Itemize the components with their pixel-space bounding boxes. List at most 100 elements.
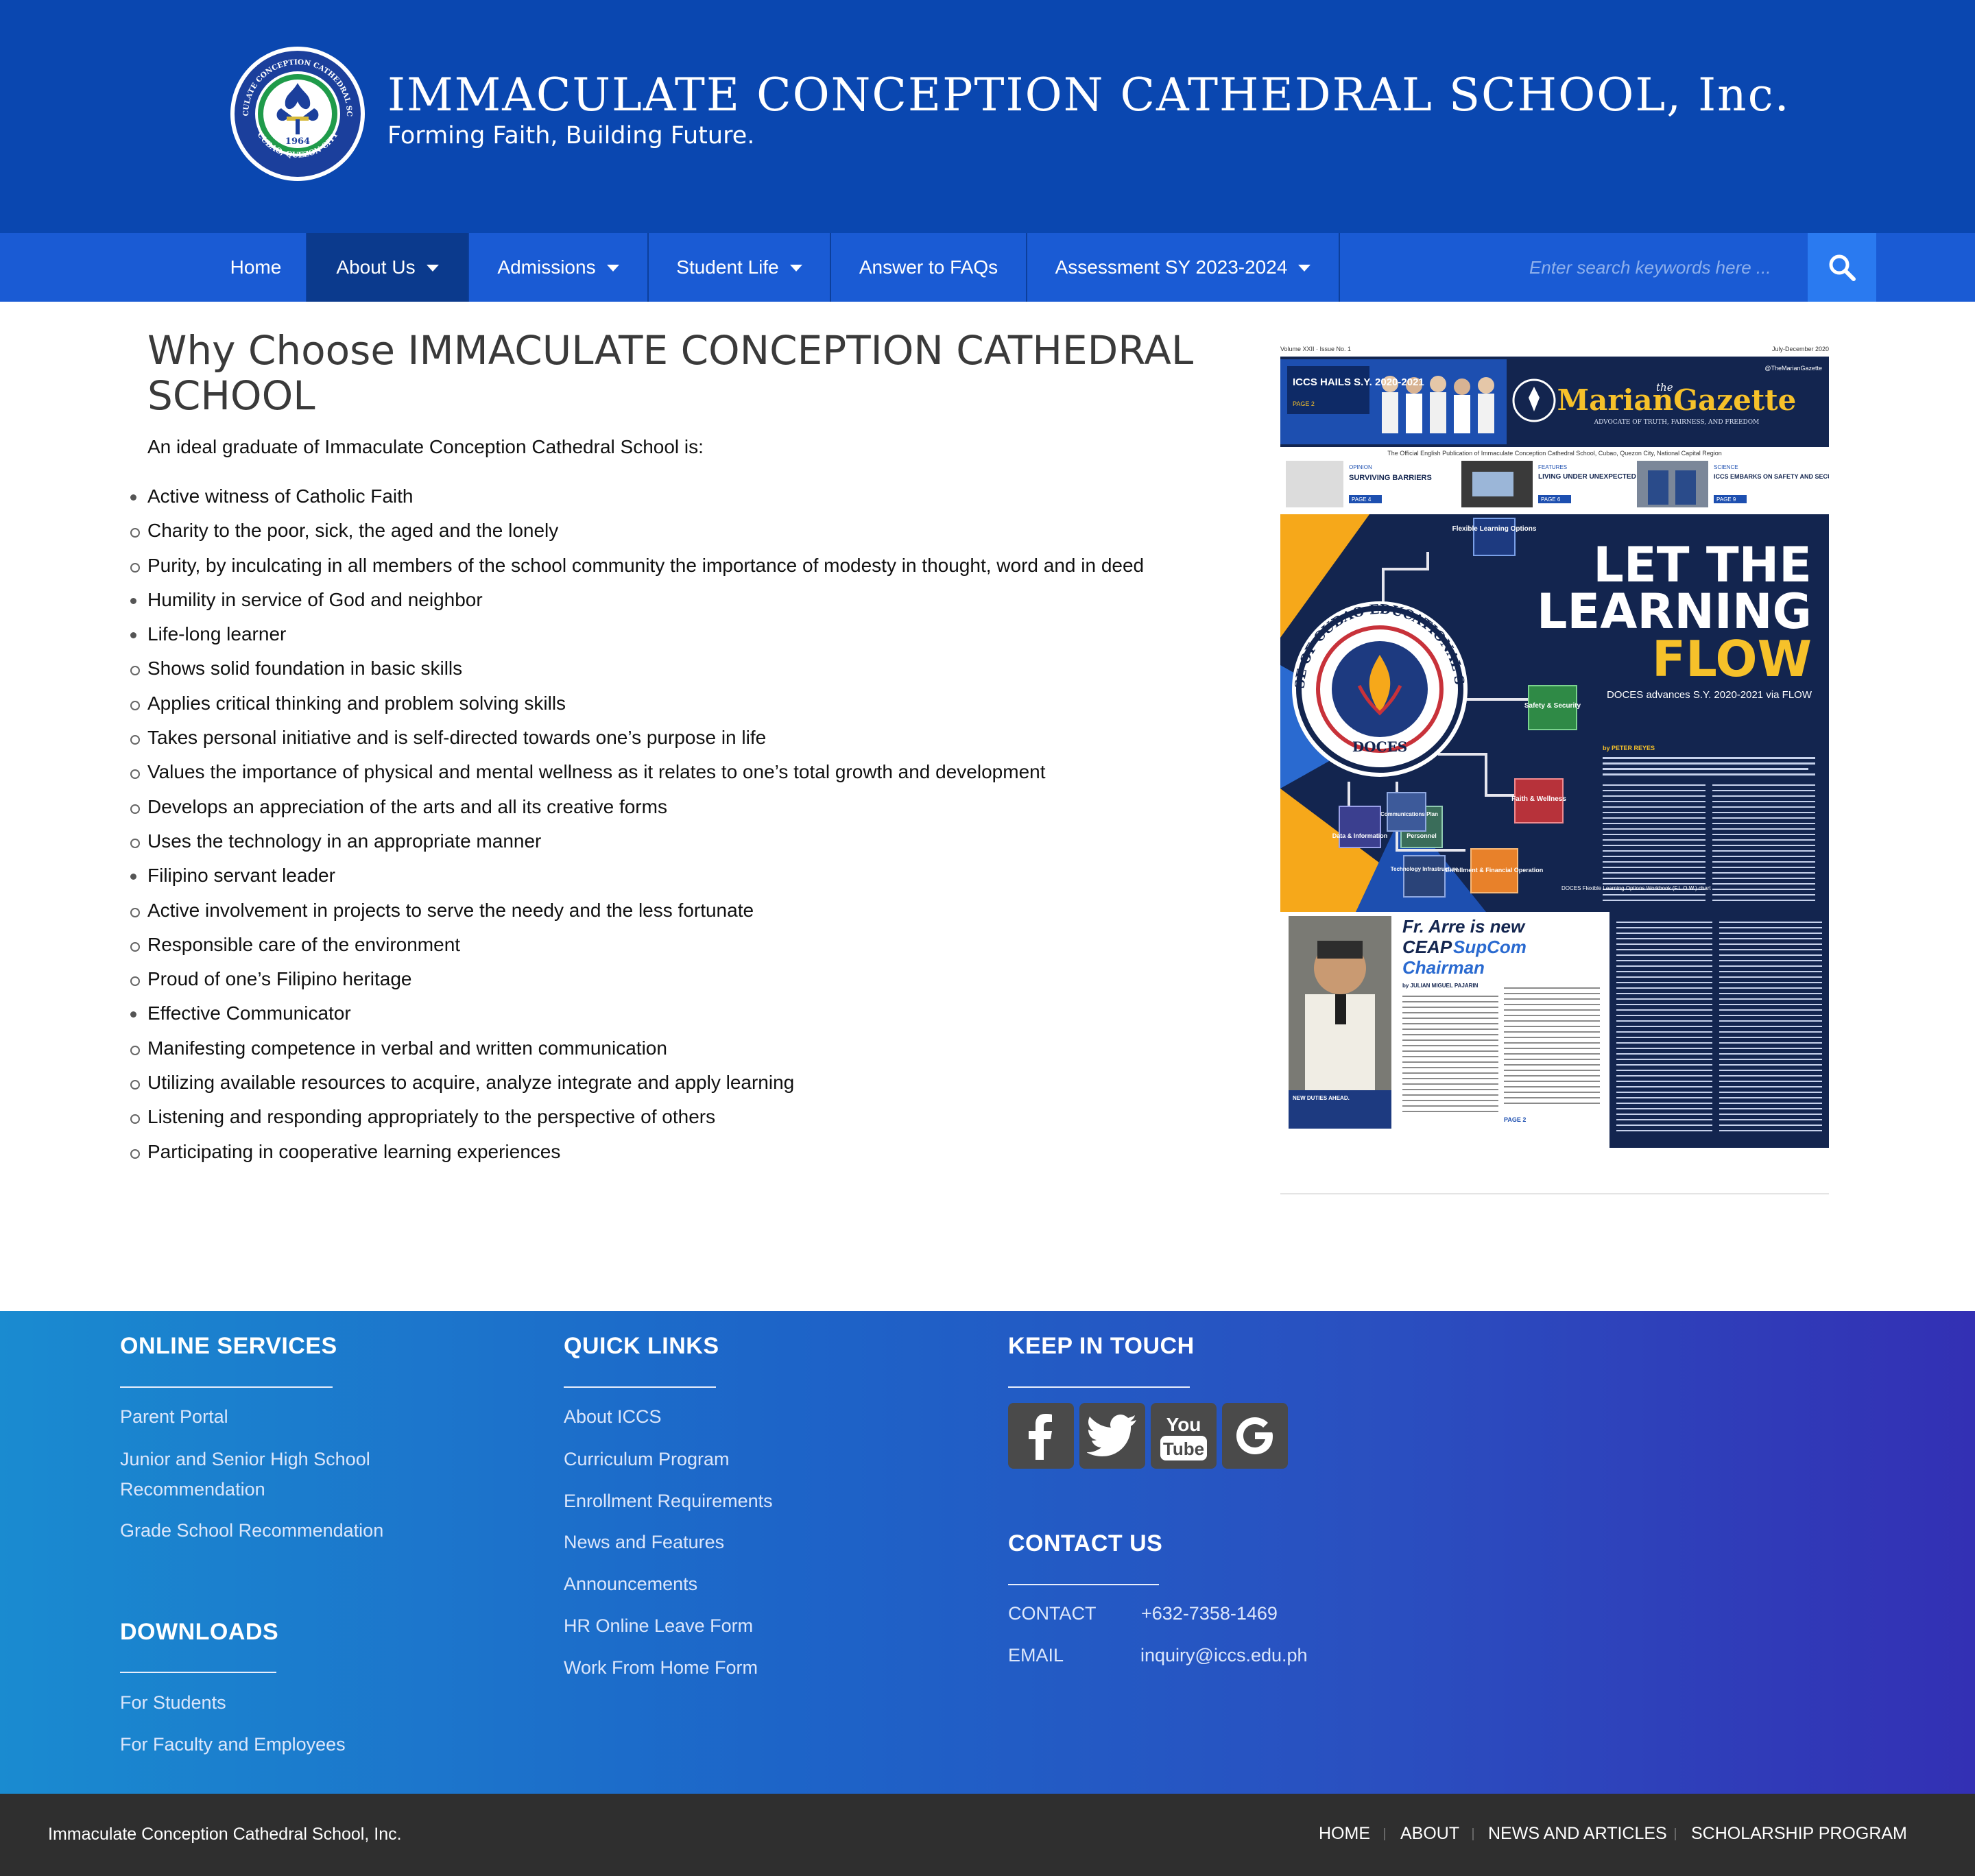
chevron-down-icon — [606, 265, 619, 272]
feature-byline: by PETER REYES — [1603, 745, 1655, 751]
teaser-page: PAGE 4 — [1352, 496, 1372, 503]
marian-gazette-cover-image[interactable]: Volume XXII · Issue No. 1 July-December … — [1280, 343, 1829, 1148]
list-item: Active involvement in projects to serve … — [130, 897, 1144, 931]
bottom-nav-scholarship[interactable]: SCHOLARSHIP PROGRAM — [1691, 1824, 1907, 1844]
gazette-date: July-December 2020 — [1772, 346, 1829, 352]
grade-school-recommendation-link[interactable]: Grade School Recommendation — [120, 1515, 383, 1546]
enrollment-requirements-link[interactable]: Enrollment Requirements — [564, 1486, 773, 1517]
announcements-link[interactable]: Announcements — [564, 1569, 697, 1600]
contact-phone[interactable]: +632-7358-1469 — [1141, 1603, 1278, 1624]
list-item: Values the importance of physical and me… — [130, 758, 1144, 793]
list-item: Shows solid foundation in basic skills — [130, 655, 1144, 689]
keep-in-touch-heading: KEEP IN TOUCH — [1008, 1333, 1195, 1359]
heading-underline — [120, 1386, 333, 1388]
story-byline: by JULIAN MIGUEL PAJARIN — [1402, 983, 1479, 989]
list-item: Participating in cooperative learning ex… — [130, 1138, 1144, 1172]
twitter-button[interactable] — [1079, 1403, 1145, 1469]
nav-assessment-label: Assessment SY 2023-2024 — [1055, 256, 1288, 278]
headline-line-3: FLOW — [1652, 630, 1812, 688]
list-item: Filipino servant leader — [130, 862, 1144, 896]
heading-underline — [564, 1386, 716, 1388]
bottom-nav-news[interactable]: NEWS AND ARTICLES — [1488, 1824, 1667, 1844]
main-nav: Home About Us Admissions Student Life An… — [0, 233, 1975, 302]
contact-label: CONTACT — [1008, 1603, 1097, 1624]
teaser-section: SCIENCE — [1714, 464, 1738, 470]
youtube-button[interactable]: You Tube — [1151, 1403, 1217, 1469]
twitter-icon — [1087, 1415, 1136, 1456]
curriculum-program-link[interactable]: Curriculum Program — [564, 1444, 730, 1475]
story-title-supcom: SupCom — [1453, 937, 1527, 957]
list-item: Responsible care of the environment — [130, 931, 1144, 965]
teaser-section: FEATURES — [1538, 464, 1567, 470]
youtube-icon: You Tube — [1160, 1414, 1207, 1460]
facebook-icon — [1029, 1414, 1052, 1460]
newspaper-graphic: Volume XXII · Issue No. 1 July-December … — [1280, 343, 1829, 1148]
story-title-ceap: CEAP — [1402, 937, 1452, 957]
list-item: Charity to the poor, sick, the aged and … — [130, 517, 1144, 551]
nav-student-life[interactable]: Student Life — [649, 233, 831, 302]
list-item: Takes personal initiative and is self-di… — [130, 724, 1144, 758]
continued-column — [1609, 912, 1829, 1148]
teaser-page: PAGE 6 — [1541, 496, 1561, 503]
online-services-heading: ONLINE SERVICES — [120, 1333, 337, 1359]
nav-home[interactable]: Home — [206, 233, 307, 302]
hr-leave-form-link[interactable]: HR Online Leave Form — [564, 1611, 753, 1641]
nav-assessment[interactable]: Assessment SY 2023-2024 — [1027, 233, 1340, 302]
site-header: 1964 IMMACULATE CONCEPTION CATHEDRAL SCH… — [0, 0, 1975, 233]
intro-text: An ideal graduate of Immaculate Concepti… — [147, 436, 704, 457]
jhs-shs-recommendation-link-line2[interactable]: Recommendation — [120, 1474, 265, 1505]
bottom-nav-about[interactable]: ABOUT — [1400, 1824, 1459, 1844]
heading-underline — [1008, 1584, 1159, 1585]
contact-email[interactable]: inquiry@iccs.edu.ph — [1140, 1645, 1308, 1666]
nav-faqs-label: Answer to FAQs — [859, 256, 998, 278]
youtube-wordmark-bottom: Tube — [1163, 1439, 1204, 1459]
heading-underline — [1008, 1386, 1190, 1388]
jhs-shs-recommendation-link[interactable]: Junior and Senior High School — [120, 1444, 370, 1475]
downloads-faculty-link[interactable]: For Faculty and Employees — [120, 1729, 346, 1760]
image-divider — [1280, 1193, 1829, 1194]
youtube-wordmark-top: You — [1166, 1414, 1201, 1435]
nav-student-life-label: Student Life — [676, 256, 779, 278]
gazette-volume: Volume XXII · Issue No. 1 — [1280, 346, 1351, 352]
contact-us-heading: CONTACT US — [1008, 1530, 1163, 1556]
downloads-students-link[interactable]: For Students — [120, 1687, 226, 1718]
flow-chart-caption: DOCES Flexible Learning Options Workbook… — [1561, 885, 1711, 891]
list-item: Applies critical thinking and problem so… — [130, 690, 1144, 724]
flow-node-label: Technology Infrastructure — [1391, 866, 1459, 872]
nav-about-us[interactable]: About Us — [307, 233, 469, 302]
school-tagline: Forming Faith, Building Future. — [387, 122, 755, 149]
gazette-masthead: MarianGazette — [1557, 383, 1797, 417]
google-button[interactable] — [1222, 1403, 1288, 1469]
flow-node-label: Flexible Learning Options — [1452, 525, 1537, 533]
nav-admissions-label: Admissions — [497, 256, 596, 278]
bottom-nav-home[interactable]: HOME — [1319, 1824, 1370, 1844]
seal-year: 1964 — [285, 136, 310, 147]
story-body-text — [1402, 987, 1600, 1112]
search-input[interactable] — [1529, 250, 1804, 285]
flow-node: Data & Information — [1332, 806, 1387, 848]
wfh-form-link[interactable]: Work From Home Form — [564, 1652, 758, 1683]
teaser-title: SURVIVING BARRIERS — [1349, 474, 1432, 482]
site-footer — [0, 1311, 1975, 1794]
gazette-badge-page: PAGE 2 — [1293, 400, 1315, 407]
parent-portal-link[interactable]: Parent Portal — [120, 1402, 228, 1432]
school-seal-logo[interactable]: 1964 IMMACULATE CONCEPTION CATHEDRAL SCH… — [229, 45, 366, 182]
facebook-button[interactable] — [1008, 1403, 1074, 1469]
heading-underline — [120, 1672, 276, 1673]
email-label: EMAIL — [1008, 1645, 1064, 1665]
about-iccs-link[interactable]: About ICCS — [564, 1402, 662, 1432]
search-button[interactable] — [1808, 233, 1876, 302]
chevron-down-icon — [1298, 265, 1311, 272]
nav-admissions[interactable]: Admissions — [469, 233, 649, 302]
list-item: Manifesting competence in verbal and wri… — [130, 1035, 1144, 1069]
nav-separator — [1384, 1828, 1385, 1840]
flow-node: Faith & Wellness — [1511, 778, 1566, 823]
flow-node-label: Communications Plan — [1380, 811, 1438, 817]
list-item: Humility in service of God and neighbor — [130, 586, 1144, 621]
news-features-link[interactable]: News and Features — [564, 1527, 724, 1558]
page-title: Why Choose IMMACULATE CONCEPTION CATHEDR… — [147, 327, 1194, 419]
list-item: Effective Communicator — [130, 1000, 1144, 1034]
nav-faqs[interactable]: Answer to FAQs — [831, 233, 1027, 302]
nav-home-label: Home — [230, 256, 282, 278]
teaser-title: ICCS EMBARKS ON SAFETY AND SECURITY PROT… — [1714, 473, 1829, 480]
